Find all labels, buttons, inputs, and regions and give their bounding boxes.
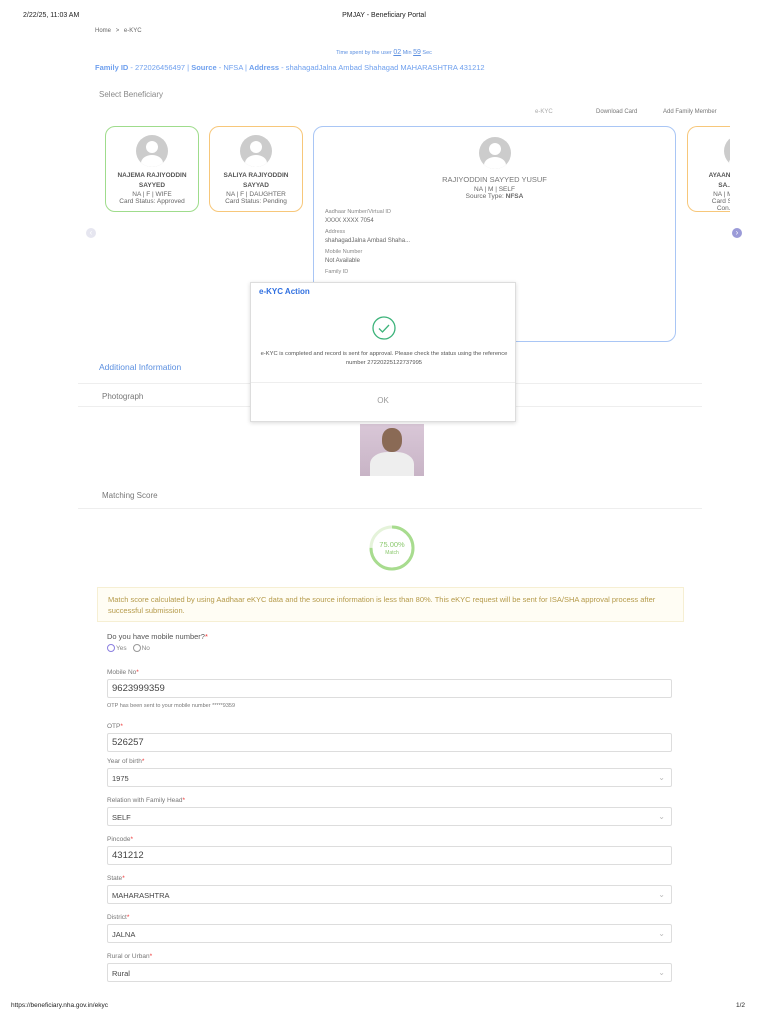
print-title: PMJAY - Beneficiary Portal xyxy=(342,12,426,19)
beneficiary-card[interactable]: NAJEMA RAJIYODDIN SAYYED NA | F | WIFE C… xyxy=(105,126,199,212)
additional-info-heading: Additional Information xyxy=(99,362,182,372)
modal-title: e-KYC Action xyxy=(259,287,310,296)
match-score-label: Match xyxy=(385,550,399,556)
tab-download-card[interactable]: Download Card xyxy=(596,109,637,115)
mobile-question: Do you have mobile number?* xyxy=(107,632,208,641)
carousel-prev-button[interactable]: ‹ xyxy=(86,228,96,238)
beneficiary-card[interactable]: SALIYA RAJIYODDIN SAYYAD NA | F | DAUGHT… xyxy=(209,126,303,212)
chevron-down-icon: ⌄ xyxy=(658,968,665,977)
radio-yes[interactable]: Yes xyxy=(107,644,127,652)
rural-urban-select[interactable]: Rural ⌄ xyxy=(107,963,672,982)
match-score-alert: Match score calculated by using Aadhaar … xyxy=(97,587,684,622)
avatar-icon xyxy=(136,135,168,167)
breadcrumb-home[interactable]: Home xyxy=(95,28,111,34)
otp-label: OTP* xyxy=(107,723,123,730)
pincode-label: Pincode* xyxy=(107,836,134,843)
tab-ekyc[interactable]: e-KYC xyxy=(535,109,553,115)
district-select[interactable]: JALNA ⌄ xyxy=(107,924,672,943)
yob-select[interactable]: 1975 ⌄ xyxy=(107,768,672,787)
time-spent: Time spent by the user 02 Min 59 Sec xyxy=(336,49,432,56)
matching-score-heading: Matching Score xyxy=(78,491,702,509)
yob-label: Year of birth* xyxy=(107,758,145,765)
carousel-next-button[interactable]: › xyxy=(732,228,742,238)
mobile-radio-group: Yes No xyxy=(107,644,150,652)
tab-add-family-member[interactable]: Add Family Member xyxy=(663,109,717,115)
family-info: Family ID - 272026456497 | Source - NFSA… xyxy=(95,63,485,72)
modal-ok-button[interactable]: OK xyxy=(251,382,515,422)
pincode-input[interactable]: 431212 xyxy=(107,846,672,865)
chevron-down-icon: ⌄ xyxy=(658,773,665,782)
match-score-value: 75.00% xyxy=(379,540,405,549)
breadcrumb-separator: > xyxy=(115,28,120,34)
state-select[interactable]: MAHARASHTRA ⌄ xyxy=(107,885,672,904)
beneficiary-photo xyxy=(360,424,424,476)
state-label: State* xyxy=(107,875,125,882)
mobile-input[interactable]: 9623999359 xyxy=(107,679,672,698)
select-beneficiary-heading: Select Beneficiary xyxy=(99,90,164,99)
breadcrumb: Home > e-KYC xyxy=(95,28,142,34)
print-page-number: 1/2 xyxy=(736,1002,746,1009)
check-circle-icon xyxy=(372,316,396,340)
chevron-down-icon: ⌄ xyxy=(658,890,665,899)
otp-input[interactable]: 526257 xyxy=(107,733,672,752)
otp-sent-note: OTP has been sent to your mobile number … xyxy=(107,703,236,709)
relation-select[interactable]: SELF ⌄ xyxy=(107,807,672,826)
avatar-icon xyxy=(240,135,272,167)
breadcrumb-current: e-KYC xyxy=(123,28,142,34)
mobile-label: Mobile No* xyxy=(107,669,139,676)
chevron-down-icon: ⌄ xyxy=(658,929,665,938)
ekyc-action-modal: e-KYC Action e-KYC is completed and reco… xyxy=(250,282,516,422)
avatar-icon xyxy=(478,137,511,169)
radio-no[interactable]: No xyxy=(132,644,150,652)
rural-urban-label: Rural or Urban* xyxy=(107,953,153,960)
relation-label: Relation with Family Head* xyxy=(107,797,186,804)
chevron-down-icon: ⌄ xyxy=(658,812,665,821)
district-label: District* xyxy=(107,914,130,921)
modal-message: e-KYC is completed and record is sent fo… xyxy=(260,351,508,366)
print-url: https://beneficiary.nha.gov.in/ekyc xyxy=(11,1002,108,1009)
